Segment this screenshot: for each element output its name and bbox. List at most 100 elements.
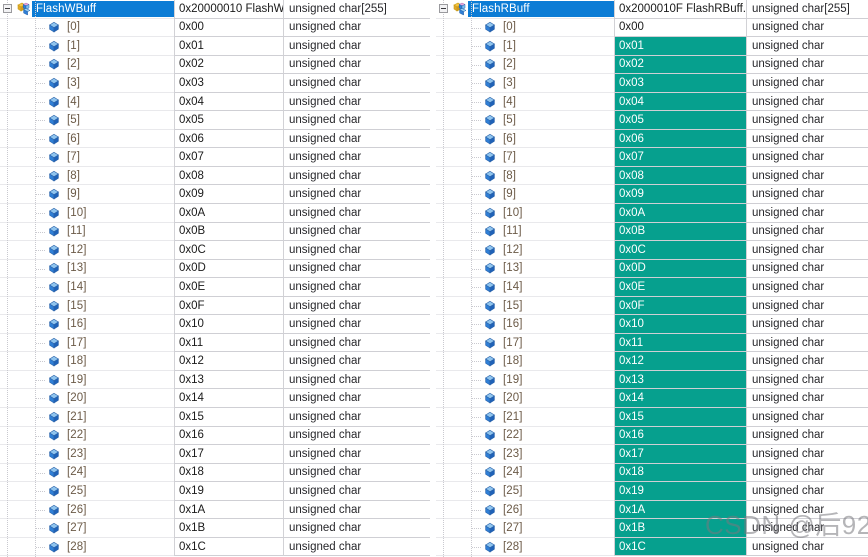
variable-value-cell[interactable]: 0x16: [614, 426, 747, 446]
variable-name-cell[interactable]: [10]: [0, 204, 174, 223]
variable-name-cell[interactable]: [23]: [436, 445, 614, 464]
variable-name-cell[interactable]: [28]: [0, 537, 174, 557]
variable-value-cell[interactable]: 0x02: [614, 55, 747, 75]
variable-name-cell[interactable]: [16]: [0, 315, 174, 334]
variable-name-cell[interactable]: [24]: [0, 463, 174, 483]
variable-name-cell[interactable]: [21]: [0, 408, 174, 427]
variable-element-row[interactable]: [14] 0x0E unsigned char: [436, 278, 868, 297]
variable-element-row[interactable]: [2] 0x02 unsigned char: [436, 55, 868, 75]
variable-value-cell[interactable]: 0x2000010F FlashRBuff...: [614, 0, 747, 19]
variable-name-cell[interactable]: [4]: [436, 92, 614, 112]
variable-name-cell[interactable]: [7]: [0, 148, 174, 167]
variable-name-cell[interactable]: [22]: [0, 426, 174, 446]
variable-name-cell[interactable]: [11]: [436, 222, 614, 242]
variable-element-row[interactable]: [19] 0x13 unsigned char: [436, 370, 868, 390]
variable-name-cell[interactable]: [8]: [0, 166, 174, 186]
variable-element-row[interactable]: [7] 0x07 unsigned char: [0, 148, 430, 167]
variable-element-row[interactable]: [23] 0x17 unsigned char: [0, 445, 430, 464]
variable-element-row[interactable]: [8] 0x08 unsigned char: [436, 166, 868, 186]
variable-name-cell[interactable]: [5]: [436, 111, 614, 130]
variable-tree-grid[interactable]: FlashRBuff 0x2000010F FlashRBuff... unsign…: [436, 0, 868, 557]
collapse-box-icon[interactable]: [3, 4, 12, 13]
variable-element-row[interactable]: [1] 0x01 unsigned char: [436, 37, 868, 56]
variable-name-cell[interactable]: [8]: [436, 166, 614, 186]
variable-name-cell[interactable]: [0]: [436, 18, 614, 38]
variable-element-row[interactable]: [13] 0x0D unsigned char: [436, 259, 868, 279]
variable-value-cell[interactable]: 0x10: [614, 315, 747, 334]
variable-name-cell[interactable]: [16]: [436, 315, 614, 334]
variable-root-row[interactable]: FlashWBuff 0x20000010 FlashWBuf...unsigne…: [0, 0, 430, 19]
variable-element-row[interactable]: [7] 0x07 unsigned char: [436, 148, 868, 167]
variable-name-cell[interactable]: [1]: [0, 37, 174, 56]
variable-element-row[interactable]: [6] 0x06 unsigned char: [0, 129, 430, 149]
variable-name-cell[interactable]: [2]: [0, 55, 174, 75]
variable-value-cell[interactable]: 0x14: [174, 389, 284, 409]
variable-name-cell[interactable]: [14]: [436, 278, 614, 297]
variable-value-cell[interactable]: 0x1C: [614, 537, 747, 557]
variable-value-cell[interactable]: 0x05: [174, 111, 284, 130]
variable-element-row[interactable]: [4] 0x04 unsigned char: [436, 92, 868, 112]
variable-value-cell[interactable]: 0x0A: [174, 204, 284, 223]
variable-element-row[interactable]: [6] 0x06 unsigned char: [436, 129, 868, 149]
variable-element-row[interactable]: [11] 0x0B unsigned char: [0, 222, 430, 242]
variable-value-cell[interactable]: 0x06: [614, 129, 747, 149]
variable-name-cell[interactable]: [25]: [436, 482, 614, 501]
variable-element-row[interactable]: [16] 0x10 unsigned char: [0, 315, 430, 334]
variable-element-row[interactable]: [21] 0x15 unsigned char: [0, 408, 430, 427]
variable-name-cell[interactable]: [21]: [436, 408, 614, 427]
variable-element-row[interactable]: [0] 0x00 unsigned char: [436, 18, 868, 38]
variable-name-cell[interactable]: [27]: [0, 519, 174, 538]
variable-root-row[interactable]: FlashRBuff 0x2000010F FlashRBuff... unsign…: [436, 0, 868, 19]
variable-value-cell[interactable]: 0x1A: [174, 500, 284, 520]
variable-element-row[interactable]: [23] 0x17 unsigned char: [436, 445, 868, 464]
variable-tree-grid[interactable]: FlashWBuff0x20000010 FlashWBuf...unsigne…: [0, 0, 430, 557]
variable-element-row[interactable]: [17] 0x11 unsigned char: [0, 333, 430, 353]
variable-name-cell[interactable]: [19]: [0, 370, 174, 390]
variable-element-row[interactable]: [5] 0x05 unsigned char: [436, 111, 868, 130]
variable-value-cell[interactable]: 0x13: [174, 370, 284, 390]
variable-name-cell[interactable]: [28]: [436, 537, 614, 557]
variable-value-cell[interactable]: 0x08: [174, 166, 284, 186]
variable-element-row[interactable]: [26] 0x1A unsigned char: [436, 500, 868, 520]
variable-value-cell[interactable]: 0x12: [614, 352, 747, 371]
variable-value-cell[interactable]: 0x06: [174, 129, 284, 149]
variable-name-cell[interactable]: [6]: [436, 129, 614, 149]
variable-value-cell[interactable]: 0x16: [174, 426, 284, 446]
variable-value-cell[interactable]: 0x0E: [614, 278, 747, 297]
variable-value-cell[interactable]: 0x0C: [174, 241, 284, 260]
variable-name-cell[interactable]: [12]: [436, 241, 614, 260]
variable-element-row[interactable]: [25] 0x19 unsigned char: [436, 482, 868, 501]
variable-element-row[interactable]: [21] 0x15 unsigned char: [436, 408, 868, 427]
variable-element-row[interactable]: [18] 0x12 unsigned char: [436, 352, 868, 371]
variable-name-cell[interactable]: [1]: [436, 37, 614, 56]
variable-value-cell[interactable]: 0x1A: [614, 500, 747, 520]
variable-value-cell[interactable]: 0x08: [614, 166, 747, 186]
variable-name-cell[interactable]: [14]: [0, 278, 174, 297]
variable-name-cell[interactable]: [15]: [0, 296, 174, 316]
variable-name-cell[interactable]: [24]: [436, 463, 614, 483]
variable-element-row[interactable]: [0] 0x00 unsigned char: [0, 18, 430, 38]
variable-name-cell[interactable]: [13]: [436, 259, 614, 279]
variable-value-cell[interactable]: 0x1B: [614, 519, 747, 538]
variable-name-cell[interactable]: [13]: [0, 259, 174, 279]
variable-value-cell[interactable]: 0x0D: [174, 259, 284, 279]
variable-element-row[interactable]: [17] 0x11 unsigned char: [436, 333, 868, 353]
variable-name-cell[interactable]: FlashWBuff: [0, 0, 174, 19]
variable-value-cell[interactable]: 0x18: [174, 463, 284, 483]
variable-value-cell[interactable]: 0x17: [174, 445, 284, 464]
variable-name-cell[interactable]: [6]: [0, 129, 174, 149]
variable-value-cell[interactable]: 0x18: [614, 463, 747, 483]
variable-name-cell[interactable]: [4]: [0, 92, 174, 112]
variable-value-cell[interactable]: 0x04: [614, 92, 747, 112]
variable-element-row[interactable]: [19] 0x13 unsigned char: [0, 370, 430, 390]
variable-element-row[interactable]: [27] 0x1B unsigned char: [436, 519, 868, 538]
variable-value-cell[interactable]: 0x20000010 FlashWBuf...: [174, 0, 284, 19]
variable-element-row[interactable]: [12] 0x0C unsigned char: [0, 241, 430, 260]
variable-value-cell[interactable]: 0x19: [174, 482, 284, 501]
variable-name-cell[interactable]: [5]: [0, 111, 174, 130]
variable-element-row[interactable]: [16] 0x10 unsigned char: [436, 315, 868, 334]
variable-value-cell[interactable]: 0x17: [614, 445, 747, 464]
variable-name-cell[interactable]: [22]: [436, 426, 614, 446]
variable-element-row[interactable]: [22] 0x16 unsigned char: [436, 426, 868, 446]
variable-name-cell[interactable]: [17]: [0, 333, 174, 353]
